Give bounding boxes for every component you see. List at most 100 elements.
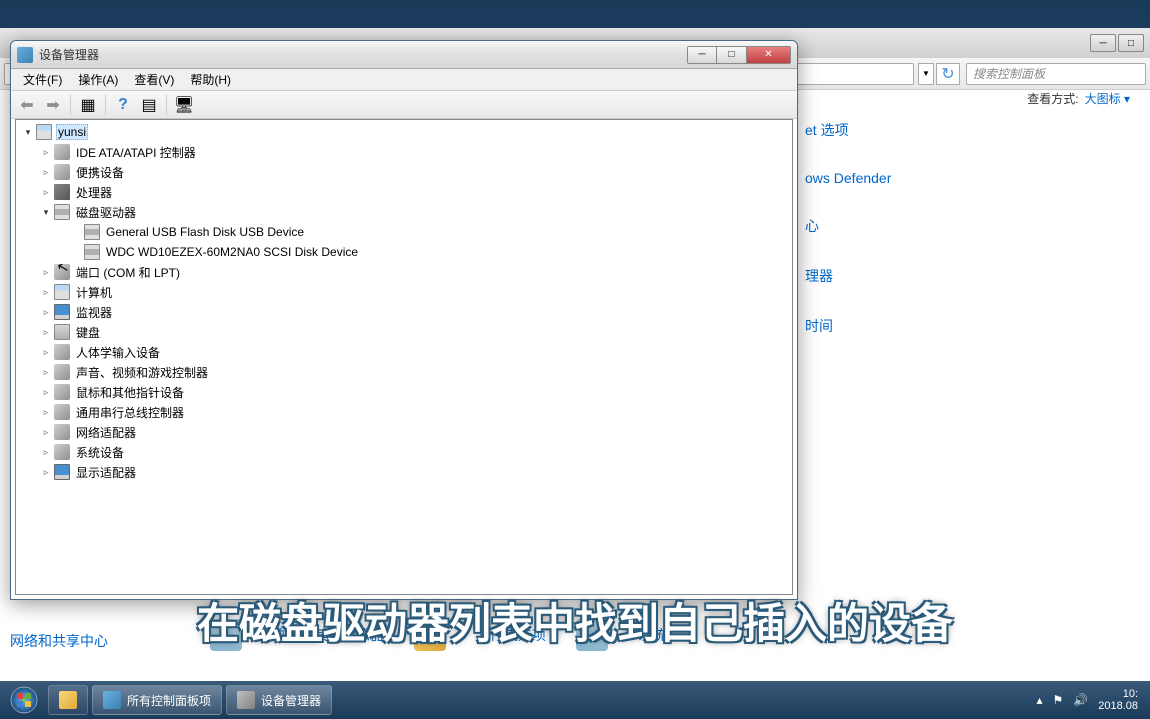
nav-forward-button[interactable]: ➡ (41, 94, 65, 116)
cpl-item-folder-options[interactable]: 文件夹选项 (476, 625, 546, 645)
tree-label: 端口 (COM 和 LPT) (74, 263, 182, 282)
tree-label: WDC WD10EZEX-60M2NA0 SCSI Disk Device (104, 244, 360, 260)
tree-spacer (70, 226, 82, 238)
device-icon (54, 144, 70, 160)
expand-arrow-icon[interactable]: ▹ (40, 446, 52, 458)
menu-file[interactable]: 文件(F) (15, 69, 70, 90)
device-tree[interactable]: ▾yunsi▹IDE ATA/ATAPI 控制器▹便携设备▹处理器▾磁盘驱动器G… (15, 119, 793, 595)
device-icon (54, 424, 70, 440)
search-input[interactable]: 搜索控制面板 (966, 63, 1146, 85)
cpl-item[interactable]: et 选项 (805, 120, 891, 140)
expand-arrow-icon[interactable]: ▹ (40, 346, 52, 358)
cpl-item[interactable]: 时间 (805, 316, 891, 336)
device-icon (54, 184, 70, 200)
cpl-bottom-row: 位置和其他传感器 文件夹选项 系统 (210, 619, 666, 651)
tree-item[interactable]: General USB Flash Disk USB Device (18, 222, 790, 242)
help-button[interactable]: ? (111, 94, 135, 116)
menu-help[interactable]: 帮助(H) (182, 69, 239, 90)
tree-label: 计算机 (74, 283, 114, 302)
minimize-button[interactable]: ─ (687, 46, 717, 64)
expand-arrow-icon[interactable]: ▹ (40, 306, 52, 318)
tree-item[interactable]: ▹人体学输入设备 (18, 342, 790, 362)
expand-arrow-icon[interactable]: ▹ (40, 146, 52, 158)
tree-label: 网络适配器 (74, 423, 138, 442)
tree-item[interactable]: ▾yunsi (18, 122, 790, 142)
tree-item[interactable]: ▹声音、视频和游戏控制器 (18, 362, 790, 382)
tree-item[interactable]: ▹ 端口 (COM 和 LPT) (18, 262, 790, 282)
tree-label: 监视器 (74, 303, 114, 322)
bg-maximize-button[interactable]: □ (1118, 34, 1144, 52)
tray-volume-icon[interactable]: 🔊 (1073, 693, 1088, 707)
tree-item[interactable]: ▹IDE ATA/ATAPI 控制器 (18, 142, 790, 162)
device-icon (54, 264, 70, 280)
bg-minimize-button[interactable]: ─ (1090, 34, 1116, 52)
start-button[interactable] (4, 685, 44, 715)
tree-label: 便携设备 (74, 163, 126, 182)
expand-arrow-icon[interactable]: ▾ (40, 206, 52, 218)
tree-item[interactable]: ▹ 网络适配器 (18, 422, 790, 442)
device-icon (54, 364, 70, 380)
taskbar-item-device-manager[interactable]: 设备管理器 (226, 685, 332, 715)
view-mode-bar: 查看方式: 大图标 ▾ (1027, 90, 1130, 107)
device-icon (84, 244, 100, 260)
device-icon (54, 384, 70, 400)
window-title: 设备管理器 (39, 46, 687, 63)
expand-arrow-icon[interactable]: ▹ (40, 166, 52, 178)
device-icon (54, 304, 70, 320)
tray-action-center-icon[interactable]: ⚑ (1053, 693, 1064, 707)
expand-arrow-icon[interactable]: ▹ (40, 466, 52, 478)
tree-item[interactable]: ▹显示适配器 (18, 462, 790, 482)
expand-arrow-icon[interactable]: ▹ (40, 286, 52, 298)
taskbar-item-label: 所有控制面板项 (127, 692, 211, 709)
taskbar-explorer-pinned[interactable] (48, 685, 88, 715)
toolbar-separator (166, 95, 167, 115)
tree-item[interactable]: ▹ 便携设备 (18, 162, 790, 182)
tree-item[interactable]: WDC WD10EZEX-60M2NA0 SCSI Disk Device (18, 242, 790, 262)
tray-clock[interactable]: 10: 2018.08 (1098, 688, 1138, 712)
tree-item[interactable]: ▹ 处理器 (18, 182, 790, 202)
tree-label: 处理器 (74, 183, 114, 202)
tree-item[interactable]: ▹系统设备 (18, 442, 790, 462)
expand-arrow-icon[interactable]: ▹ (40, 266, 52, 278)
tray-show-hidden-icon[interactable]: ▴ (1036, 693, 1042, 707)
device-manager-window: 设备管理器 ─ □ ✕ 文件(F) 操作(A) 查看(V) 帮助(H) ⬅ ➡ … (10, 40, 798, 600)
cpl-item[interactable]: 心 (805, 216, 891, 236)
device-icon (54, 324, 70, 340)
view-list-button[interactable]: ▦ (76, 94, 100, 116)
expand-arrow-icon[interactable]: ▹ (40, 426, 52, 438)
taskbar-item-control-panel[interactable]: 所有控制面板项 (92, 685, 222, 715)
address-dropdown-button[interactable]: ▼ (918, 63, 934, 85)
expand-arrow-icon[interactable]: ▹ (40, 366, 52, 378)
tree-item[interactable]: ▹ 监视器 (18, 302, 790, 322)
expand-arrow-icon[interactable]: ▹ (40, 326, 52, 338)
menu-action[interactable]: 操作(A) (70, 69, 126, 90)
close-button[interactable]: ✕ (747, 46, 791, 64)
cpl-item-location[interactable]: 位置和其他传感器 (272, 625, 384, 645)
dm-titlebar[interactable]: 设备管理器 ─ □ ✕ (11, 41, 797, 69)
tree-item[interactable]: ▹鼠标和其他指针设备 (18, 382, 790, 402)
cpl-item[interactable]: ows Defender (805, 170, 891, 186)
view-mode-value[interactable]: 大图标 ▾ (1085, 90, 1130, 107)
cpl-item-network-sharing[interactable]: 网络和共享中心 (10, 631, 108, 651)
tray-date: 2018.08 (1098, 700, 1138, 712)
menu-bar: 文件(F) 操作(A) 查看(V) 帮助(H) (11, 69, 797, 91)
tree-item[interactable]: ▾磁盘驱动器 (18, 202, 790, 222)
cpl-item-system[interactable]: 系统 (638, 625, 666, 645)
maximize-button[interactable]: □ (717, 46, 747, 64)
device-icon (36, 124, 52, 140)
nav-back-button[interactable]: ⬅ (15, 94, 39, 116)
tree-item[interactable]: ▹ 计算机 (18, 282, 790, 302)
expand-arrow-icon[interactable]: ▹ (40, 406, 52, 418)
menu-view[interactable]: 查看(V) (126, 69, 182, 90)
arrow-left-icon: ⬅ (20, 95, 33, 115)
expand-arrow-icon[interactable]: ▹ (40, 386, 52, 398)
tree-item[interactable]: ▹键盘 (18, 322, 790, 342)
expand-arrow-icon[interactable]: ▹ (40, 186, 52, 198)
cpl-item[interactable]: 理器 (805, 266, 891, 286)
toolbar-separator (70, 95, 71, 115)
view-details-button[interactable]: ▤ (137, 94, 161, 116)
scan-button[interactable]: 🖥 (172, 94, 196, 116)
tree-item[interactable]: ▹通用串行总线控制器 (18, 402, 790, 422)
expand-arrow-icon[interactable]: ▾ (22, 126, 34, 138)
refresh-button[interactable]: ↻ (936, 63, 960, 85)
